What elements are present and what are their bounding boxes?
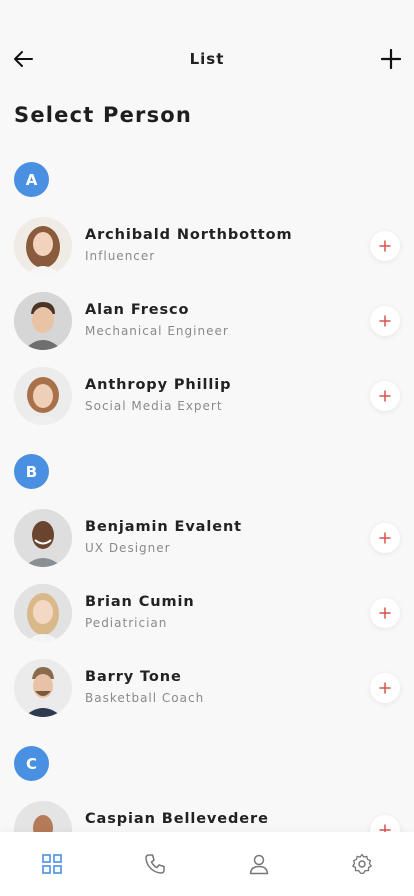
person-name: Alan Fresco: [85, 302, 190, 318]
person-list-container[interactable]: A Archibald Northbottom Influencer Alan …: [0, 150, 414, 832]
avatar: [14, 509, 72, 567]
section-c: C Caspian Bellevedere: [0, 746, 414, 832]
section-letter-badge: A: [14, 162, 49, 197]
plus-icon: [379, 824, 391, 832]
person-role: UX Designer: [85, 541, 171, 555]
plus-icon: [381, 49, 401, 69]
select-person-heading: Select Person: [14, 103, 193, 127]
nav-item-phone[interactable]: [135, 844, 175, 884]
add-person-row-button[interactable]: [370, 523, 400, 553]
avatar: [14, 584, 72, 642]
add-person-row-button[interactable]: [370, 231, 400, 261]
person-role: Influencer: [85, 249, 156, 263]
nav-item-settings[interactable]: [342, 844, 382, 884]
person-name: Archibald Northbottom: [85, 227, 293, 243]
nav-item-profile[interactable]: [239, 844, 279, 884]
list-item[interactable]: Alan Fresco Mechanical Engineer: [0, 292, 414, 367]
plus-icon: [379, 532, 391, 544]
person-name: Caspian Bellevedere: [85, 811, 269, 827]
person-role: Mechanical Engineer: [85, 324, 229, 338]
person-role: Pediatrician: [85, 616, 168, 630]
section-letter-badge: B: [14, 454, 49, 489]
phone-icon: [145, 854, 165, 874]
list-item[interactable]: Caspian Bellevedere: [0, 801, 414, 832]
add-person-row-button[interactable]: [370, 598, 400, 628]
nav-item-grid[interactable]: [32, 844, 72, 884]
section-b: B Benjamin Evalent UX Designer Brian Cum…: [0, 454, 414, 734]
person-name: Brian Cumin: [85, 594, 195, 610]
add-person-row-button[interactable]: [370, 381, 400, 411]
add-person-row-button[interactable]: [370, 673, 400, 703]
plus-icon: [379, 315, 391, 327]
list-item[interactable]: Archibald Northbottom Influencer: [0, 217, 414, 292]
person-name: Anthropy Phillip: [85, 377, 232, 393]
avatar: [14, 367, 72, 425]
avatar: [14, 217, 72, 275]
person-role: Basketball Coach: [85, 691, 205, 705]
plus-icon: [379, 607, 391, 619]
add-person-row-button[interactable]: [370, 306, 400, 336]
plus-icon: [379, 682, 391, 694]
section-letter-badge: C: [14, 746, 49, 781]
add-person-row-button[interactable]: [370, 815, 400, 832]
list-item[interactable]: Barry Tone Basketball Coach: [0, 659, 414, 734]
section-a: A Archibald Northbottom Influencer Alan …: [0, 162, 414, 442]
avatar: [14, 659, 72, 717]
plus-icon: [379, 390, 391, 402]
list-item[interactable]: Brian Cumin Pediatrician: [0, 584, 414, 659]
list-item[interactable]: Anthropy Phillip Social Media Expert: [0, 367, 414, 442]
person-role: Social Media Expert: [85, 399, 223, 413]
grid-icon: [41, 854, 62, 874]
plus-icon: [379, 240, 391, 252]
page-title: List: [189, 50, 225, 68]
avatar: [14, 801, 72, 832]
add-person-button[interactable]: [380, 48, 402, 70]
app-header: List: [0, 0, 414, 100]
list-item[interactable]: Benjamin Evalent UX Designer: [0, 509, 414, 584]
avatar: [14, 292, 72, 350]
person-name: Barry Tone: [85, 669, 182, 685]
settings-icon: [352, 853, 373, 875]
bottom-nav: [0, 832, 414, 896]
user-icon: [249, 854, 268, 875]
person-name: Benjamin Evalent: [85, 519, 243, 535]
